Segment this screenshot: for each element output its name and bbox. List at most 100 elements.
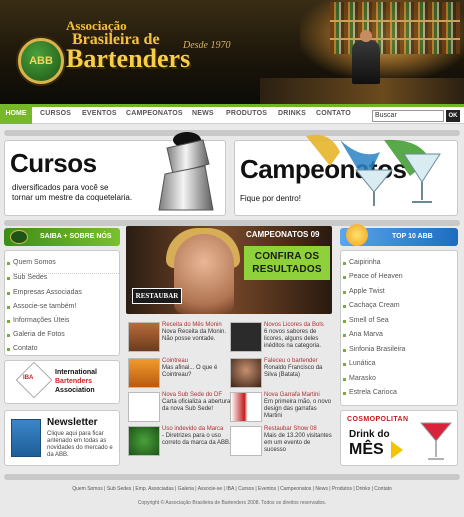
news-text: Mas afinal... O que é Cointreau? [162, 365, 218, 378]
news-item[interactable]: Uso indevido da Marca - Diretrizes para … [128, 426, 231, 458]
news-text: Em primeira mão, o novo design das garra… [264, 399, 332, 419]
news-item[interactable]: Cointreau Mas afinal... O que é Cointrea… [128, 358, 228, 390]
news-title: Faleceu o bartender [264, 358, 318, 364]
banner-tag: CAMPEONATOS 09 [246, 230, 320, 239]
news-title: Receita do Mês Monin [162, 322, 222, 328]
woman-face [174, 234, 234, 314]
news-title: Nova Sub Sede do DF [162, 392, 223, 398]
drink-line1: Drink do [349, 429, 390, 440]
top10-item[interactable]: Marasko [343, 375, 376, 382]
sidebar-item-empresas[interactable]: Empresas Associadas [7, 289, 82, 296]
top10-item[interactable]: Sinfonia Brasileira [342, 346, 405, 353]
news-item[interactable]: Faleceu o bartender Ronaldo Francisco da… [230, 358, 330, 390]
cursos-subtitle-2: tornar um mestre da coquetelaria. [12, 193, 133, 202]
nav-news[interactable]: NEWS [192, 110, 214, 117]
news-title: Restaubar Show 08 [264, 426, 317, 432]
news-thumb-bols [230, 322, 262, 352]
news-item[interactable]: Receita do Mês Monin Nova Receita da Mon… [128, 322, 228, 354]
saiba-mais-header[interactable]: SAIBA + SOBRE NÓS [4, 228, 120, 246]
footer-links[interactable]: Quem Somos | Sub Sedes | Emp. Associadas… [0, 486, 464, 492]
top10-item[interactable]: Smell of Sea [343, 317, 389, 324]
brand-line3: Bartenders [66, 44, 191, 73]
news-thumb-monin [128, 322, 160, 352]
sidebar-item-galeria[interactable]: Galeria de Fotos [7, 331, 65, 338]
abb-logo-seal[interactable]: ABB [18, 38, 64, 84]
news-text: Ronaldo Francisco da Silva (Batata) [264, 365, 323, 378]
sidebar-item-associe-se[interactable]: Associe-se também! [6, 303, 76, 310]
nav-home[interactable]: HOME [0, 104, 32, 124]
top10-item[interactable]: Ana Marva [343, 331, 383, 338]
news-thumb-abdf [128, 392, 160, 422]
search-button[interactable]: OK [446, 110, 460, 122]
nav-cursos[interactable]: CURSOS [40, 110, 71, 117]
campeonatos-subtitle: Fique por dentro! [240, 194, 301, 203]
restaubar-logo: RESTAUBAR [132, 288, 182, 304]
sidebar-item-sub-sedes[interactable]: Sub Sedes [7, 273, 119, 281]
campeonatos-banner[interactable]: RESTAUBAR CAMPEONATOS 09 CONFIRA OS RESU… [126, 226, 332, 314]
cursos-title: Cursos [10, 148, 97, 178]
nav-contato[interactable]: CONTATO [316, 110, 351, 117]
bartender-figure [352, 30, 380, 84]
news-text: Nova Receita da Monin. Não posse vontade… [162, 329, 227, 342]
about-menu: Quem Somos Sub Sedes Empresas Associadas… [4, 250, 120, 356]
drink-brand: COSMOPOLITAN [347, 416, 409, 423]
martini-glasses-icon [306, 134, 441, 206]
sidebar-item-informacoes[interactable]: Informações Úteis [6, 317, 69, 324]
sidebar-item-quem-somos[interactable]: Quem Somos [7, 259, 56, 266]
news-text: - Diretrizes para o uso correto da marca… [162, 433, 231, 446]
news-text: 6 novos sabores de licores, alguns deles… [264, 329, 322, 349]
top10-item[interactable]: Peace of Heaven [343, 273, 403, 280]
news-thumb-abb [128, 426, 160, 456]
sidebar-item-contato[interactable]: Contato [7, 345, 38, 352]
news-text: Mais de 13.200 visitantes em um evento d… [264, 433, 332, 453]
search-input[interactable]: Buscar [372, 110, 444, 122]
main-nav: HOME CURSOS EVENTOS CAMPEONATOS NEWS PRO… [0, 104, 464, 124]
iba-panel[interactable]: IBA International Bartenders Association [4, 360, 120, 404]
lemon-icon [346, 224, 368, 246]
news-item[interactable]: Nova Garrafa Martini Em primeira mão, o … [230, 392, 331, 424]
saiba-mais-label: SAIBA + SOBRE NÓS [40, 233, 112, 240]
news-title: Cointreau [162, 358, 189, 364]
newsletter-icon [11, 419, 41, 457]
nav-drinks[interactable]: DRINKS [278, 110, 306, 117]
news-title: Nova Garrafa Martini [264, 392, 320, 398]
shelf [330, 20, 460, 22]
top10-label: TOP 10 ABB [392, 233, 433, 240]
news-thumb-restaubar [230, 426, 262, 456]
top10-header[interactable]: TOP 10 ABB [340, 224, 458, 246]
top10-item[interactable]: Caipirinha [343, 259, 381, 266]
newsletter-text: Clique aqui para ficar antenado em todas… [47, 431, 113, 458]
divider [4, 474, 460, 480]
top10-item[interactable]: Lunática [342, 360, 375, 367]
banner-headline: CONFIRA OS RESULTADOS [244, 246, 330, 280]
news-thumb-martini [230, 392, 262, 422]
nav-produtos[interactable]: PRODUTOS [226, 110, 267, 117]
top10-item[interactable]: Cachaça Cream [343, 302, 400, 309]
news-item[interactable]: Nova Sub Sede do DF Carta oficializa a a… [128, 392, 230, 424]
news-title: Uso indevido da Marca [162, 426, 224, 432]
shelf [330, 38, 460, 40]
nav-campeonatos[interactable]: CAMPEONATOS [126, 110, 183, 117]
nav-eventos[interactable]: EVENTOS [82, 110, 117, 117]
news-item[interactable]: Novos Licores da Bols 6 novos sabores de… [230, 322, 330, 354]
arrow-right-icon [391, 441, 403, 459]
news-text: Carta oficializa a abertura da nova Sub … [162, 399, 231, 412]
top10-item[interactable]: Estrela Carioca [343, 389, 397, 396]
header-banner: ABB Associação Brasileira de Bartenders … [0, 0, 464, 104]
iba-line3: Association [55, 387, 95, 394]
banner-headline-1: CONFIRA OS [254, 251, 320, 262]
drink-do-mes-panel[interactable]: COSMOPOLITAN Drink do MÊS [340, 410, 458, 466]
since-text: Desde 1970 [183, 40, 231, 51]
top10-item[interactable]: Apple Twist [343, 288, 385, 295]
iba-logo-icon [15, 361, 53, 399]
cursos-subtitle-1: diversificados para você se [12, 183, 109, 192]
top10-list: Caipirinha Peace of Heaven Apple Twist C… [340, 250, 458, 406]
newsletter-panel[interactable]: Newsletter Clique aqui para ficar antena… [4, 410, 120, 466]
news-thumb-batata [230, 358, 262, 388]
abb-mini-logo-icon [10, 230, 28, 244]
iba-logo-text: IBA [23, 375, 34, 381]
news-item[interactable]: Restaubar Show 08 Mais de 13.200 visitan… [230, 426, 332, 458]
news-thumb-cointreau [128, 358, 160, 388]
shaker-icon [158, 132, 214, 211]
iba-line1: International [55, 369, 98, 376]
